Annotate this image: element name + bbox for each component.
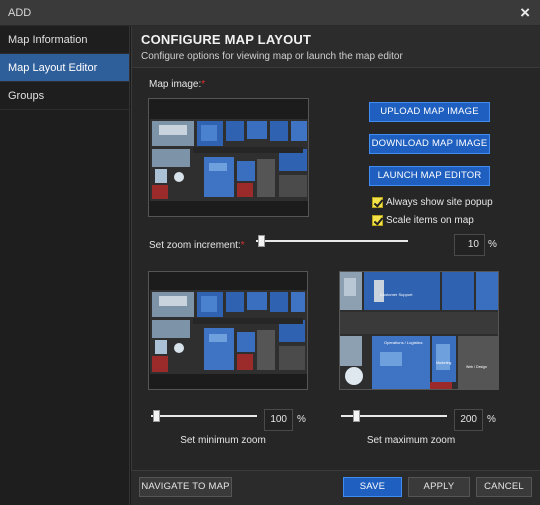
slider-thumb[interactable]: [258, 235, 265, 247]
min-zoom-preview: [148, 271, 308, 390]
cancel-button[interactable]: CANCEL: [476, 477, 532, 497]
save-button[interactable]: SAVE: [343, 477, 402, 497]
always-show-site-popup-checkbox[interactable]: Always show site popup: [372, 197, 493, 208]
zoom-increment-label: Set zoom increment:*: [149, 240, 245, 251]
sidebar: Map Information Map Layout Editor Groups: [0, 26, 130, 505]
sidebar-item-groups[interactable]: Groups: [0, 82, 129, 110]
page-subtitle: Configure options for viewing map or lau…: [141, 51, 403, 62]
panel-header: CONFIGURE MAP LAYOUT Configure options f…: [132, 26, 540, 68]
main-panel: CONFIGURE MAP LAYOUT Configure options f…: [131, 26, 540, 470]
navigate-to-map-button[interactable]: NAVIGATE TO MAP: [139, 477, 232, 497]
floorplan-label-operations: Operations / Logistics: [384, 340, 422, 345]
slider-track[interactable]: [256, 240, 408, 242]
sidebar-item-map-information[interactable]: Map Information: [0, 26, 129, 54]
min-zoom-caption: Set minimum zoom: [180, 435, 266, 446]
floorplan-label-web-design: Web / Design: [466, 365, 487, 369]
max-zoom-input[interactable]: 200: [454, 409, 483, 431]
max-zoom-preview: Customer Support Operations / Logistics …: [339, 271, 499, 390]
launch-map-editor-button[interactable]: LAUNCH MAP EDITOR: [369, 166, 490, 186]
sidebar-item-map-layout-editor[interactable]: Map Layout Editor: [0, 54, 129, 82]
map-image-preview: [148, 98, 309, 217]
max-zoom-caption: Set maximum zoom: [366, 435, 456, 446]
upload-map-image-button[interactable]: UPLOAD MAP IMAGE: [369, 102, 490, 122]
download-map-image-button[interactable]: DOWNLOAD MAP IMAGE: [369, 134, 490, 154]
close-icon[interactable]: ×: [520, 3, 530, 23]
checkbox-checked-icon[interactable]: [372, 215, 383, 226]
floorplan-label-customer-support: Customer Support: [380, 292, 413, 297]
dialog-title: ADD: [8, 7, 32, 19]
scale-items-on-map-checkbox[interactable]: Scale items on map: [372, 215, 474, 226]
required-mark: *: [240, 240, 245, 251]
dialog-footer: NAVIGATE TO MAP SAVE APPLY CANCEL: [131, 470, 540, 505]
page-title: CONFIGURE MAP LAYOUT: [141, 32, 312, 47]
min-zoom-input[interactable]: 100: [264, 409, 293, 431]
zoom-increment-slider[interactable]: [256, 235, 408, 247]
slider-thumb[interactable]: [153, 410, 160, 422]
apply-button[interactable]: APPLY: [408, 477, 470, 497]
zoom-increment-unit: %: [488, 239, 497, 250]
floorplan-image: [149, 99, 308, 216]
floorplan-label-marketing: Marketing: [436, 361, 451, 365]
checkbox-checked-icon[interactable]: [372, 197, 383, 208]
zoom-increment-input[interactable]: 10: [454, 234, 485, 256]
slider-thumb[interactable]: [353, 410, 360, 422]
dialog-titlebar: ADD ×: [0, 0, 540, 26]
floorplan-image: [149, 272, 307, 389]
floorplan-zoomed-image: Customer Support Operations / Logistics …: [340, 272, 498, 389]
max-zoom-slider[interactable]: [341, 410, 447, 422]
checkbox-label: Always show site popup: [386, 197, 493, 208]
slider-track[interactable]: [151, 415, 257, 417]
min-zoom-slider[interactable]: [151, 410, 257, 422]
max-zoom-unit: %: [487, 414, 496, 425]
min-zoom-unit: %: [297, 414, 306, 425]
checkbox-label: Scale items on map: [386, 215, 474, 226]
required-mark: *: [201, 79, 206, 90]
map-image-label: Map image:*: [149, 79, 206, 90]
